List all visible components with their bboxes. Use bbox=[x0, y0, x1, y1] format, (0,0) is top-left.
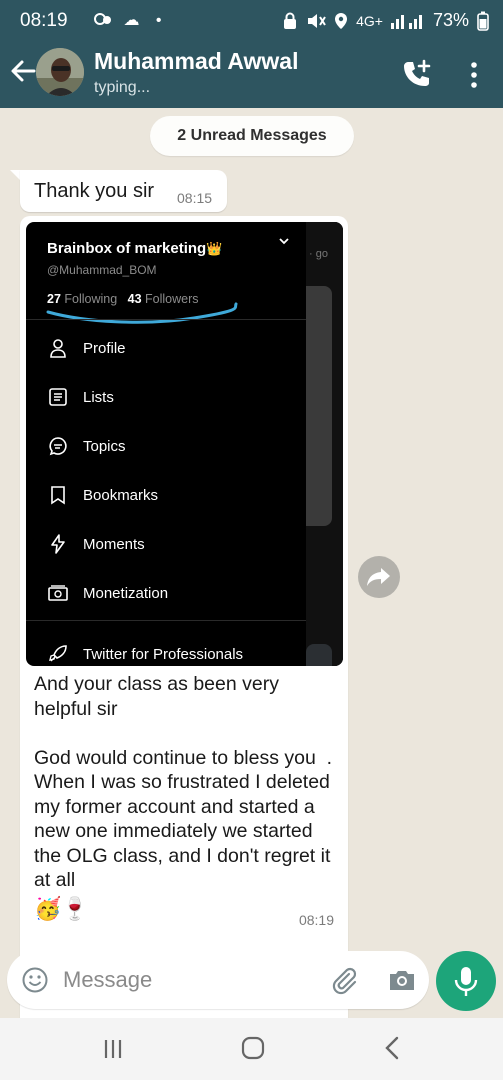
account-name: Brainbox of marketing👑 bbox=[47, 240, 223, 257]
mute-icon bbox=[308, 13, 326, 28]
party-wine-emoji: 🥳🍷 bbox=[34, 896, 89, 921]
forward-icon bbox=[367, 568, 390, 586]
forward-button[interactable] bbox=[358, 556, 400, 598]
crown-icon: 👑 bbox=[206, 241, 223, 256]
camera-icon[interactable] bbox=[387, 965, 417, 995]
unread-messages-badge: 2 Unread Messages bbox=[150, 116, 354, 156]
lock-icon bbox=[284, 12, 297, 29]
menu-item-moments[interactable]: Moments bbox=[48, 532, 308, 556]
person-icon bbox=[50, 339, 66, 358]
divider bbox=[26, 319, 306, 320]
menu-label: Monetization bbox=[83, 584, 169, 602]
timeline-peek: · go bbox=[306, 222, 343, 666]
chat-area[interactable]: 2 Unread Messages Thank you sir 08:15 Br… bbox=[0, 108, 503, 1018]
menu-label: Topics bbox=[83, 437, 126, 455]
home-icon[interactable] bbox=[240, 1035, 266, 1061]
battery-level: 73% bbox=[432, 10, 469, 30]
message-text: Thank you sir bbox=[34, 180, 155, 202]
blue-scribble bbox=[46, 302, 238, 324]
menu-label: Bookmarks bbox=[83, 486, 159, 504]
network-type: 4G+ bbox=[356, 12, 383, 29]
message-input[interactable] bbox=[63, 965, 313, 995]
divider bbox=[26, 620, 306, 621]
menu-item-lists[interactable]: Lists bbox=[48, 385, 308, 409]
lightning-icon bbox=[51, 534, 65, 554]
message-bubble-2[interactable]: Brainbox of marketing👑 @Muhammad_BOM 27 … bbox=[20, 216, 348, 1018]
location-icon bbox=[335, 12, 348, 29]
list-icon bbox=[49, 388, 67, 406]
chevron-down-icon bbox=[279, 238, 289, 245]
weather-icon bbox=[94, 13, 111, 25]
avatar-photo bbox=[36, 48, 84, 96]
status-bar: 08:19 ☁ • 4G+ 73% bbox=[0, 0, 503, 42]
status-time: 08:19 bbox=[20, 10, 68, 31]
message-time: 08:19 bbox=[298, 912, 334, 928]
back-arrow-icon[interactable] bbox=[8, 56, 38, 86]
topics-icon bbox=[49, 437, 67, 456]
menu-item-profile[interactable]: Profile bbox=[48, 336, 308, 360]
rocket-icon bbox=[49, 645, 67, 662]
menu-item-topics[interactable]: Topics bbox=[48, 434, 308, 458]
recents-icon[interactable] bbox=[100, 1036, 126, 1062]
shared-screenshot[interactable]: Brainbox of marketing👑 @Muhammad_BOM 27 … bbox=[26, 222, 343, 666]
message-composer bbox=[7, 951, 429, 1009]
voice-message-button[interactable] bbox=[436, 951, 496, 1011]
battery-icon bbox=[477, 11, 489, 31]
add-call-icon[interactable] bbox=[400, 58, 432, 90]
notification-icons: ☁ • bbox=[93, 10, 168, 30]
chat-header: Muhammad Awwal typing... bbox=[0, 42, 503, 108]
cloud-icon: ☁ • bbox=[123, 12, 168, 29]
menu-label: Moments bbox=[83, 535, 145, 553]
message-text: And your class as been very helpful sir … bbox=[34, 673, 333, 891]
more-options-icon[interactable] bbox=[462, 58, 486, 92]
emoji-icon[interactable] bbox=[21, 966, 49, 994]
contact-status: typing... bbox=[94, 79, 151, 96]
menu-label: Lists bbox=[83, 388, 114, 406]
signal-icon bbox=[390, 14, 422, 29]
microphone-icon bbox=[454, 967, 478, 996]
money-icon bbox=[48, 585, 68, 601]
nav-back-icon[interactable] bbox=[380, 1035, 406, 1061]
menu-item-monetization[interactable]: Monetization bbox=[48, 581, 308, 605]
status-right: 4G+ 73% bbox=[282, 10, 489, 31]
menu-label: Profile bbox=[83, 339, 126, 357]
contact-avatar[interactable] bbox=[36, 48, 84, 96]
menu-label: Twitter for Professionals bbox=[83, 645, 244, 663]
system-nav-bar bbox=[0, 1018, 503, 1080]
attachment-icon[interactable] bbox=[329, 965, 359, 995]
message-bubble-1[interactable]: Thank you sir 08:15 bbox=[20, 170, 227, 212]
menu-item-twitter-professionals[interactable]: Twitter for Professionals bbox=[48, 642, 308, 666]
message-time: 08:15 bbox=[177, 190, 213, 206]
tweet-card-peek bbox=[306, 286, 332, 526]
contact-name[interactable]: Muhammad Awwal bbox=[94, 48, 298, 75]
bookmark-icon bbox=[51, 486, 65, 505]
time-ago-label: · go bbox=[309, 248, 328, 260]
menu-item-bookmarks[interactable]: Bookmarks bbox=[48, 483, 308, 507]
account-handle: @Muhammad_BOM bbox=[47, 263, 157, 277]
tweet-card-peek-2 bbox=[306, 644, 332, 666]
